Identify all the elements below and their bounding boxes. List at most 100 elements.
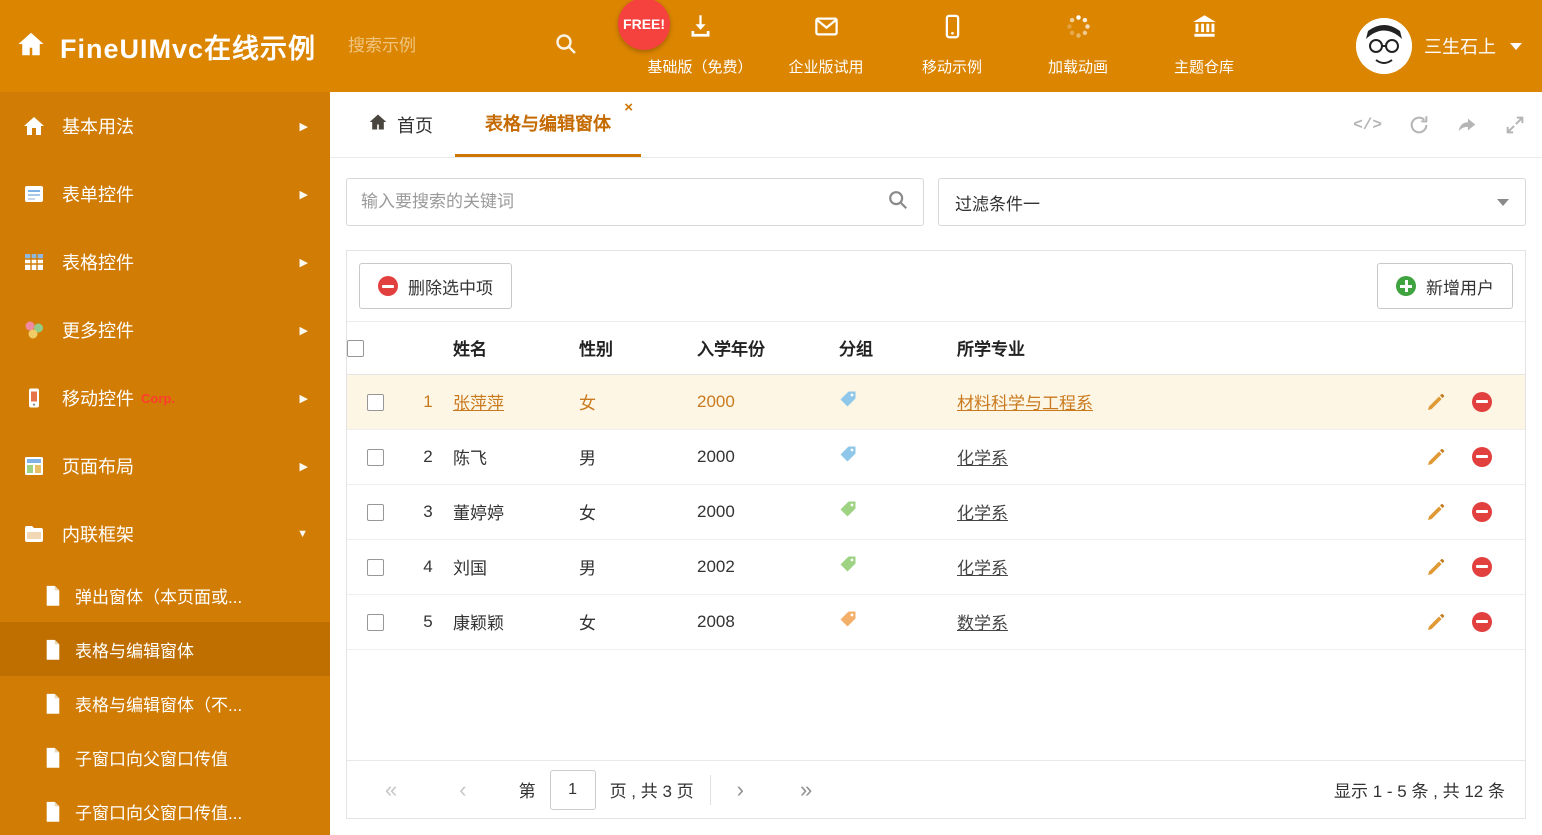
home-icon: [16, 29, 46, 64]
nav-theme-repository[interactable]: 主题仓库: [1146, 7, 1262, 85]
chevron-right-icon: ▶: [299, 460, 308, 473]
enrollment-year: 2008: [697, 594, 839, 650]
chevron-down-icon: ▼: [297, 528, 308, 540]
tab-grid-edit-window[interactable]: 表格与编辑窗体 ×: [455, 92, 641, 157]
tab-home[interactable]: 首页: [358, 92, 443, 157]
keyword-search-input[interactable]: [361, 192, 887, 212]
student-gender: 女: [579, 484, 697, 540]
nav-enterprise-trial[interactable]: 企业版试用: [768, 7, 884, 85]
first-page-icon[interactable]: «: [385, 778, 397, 801]
table-row[interactable]: 1 张萍萍 女 2000 材料科学与工程系: [347, 374, 1525, 430]
header-nav: FREE! 基础版（免费） 企业版试用 移动示例 加载动画 主题仓库: [618, 0, 1262, 85]
mobile-icon: [22, 386, 46, 410]
sidebar-item-table-controls[interactable]: 表格控件 ▶: [0, 228, 330, 296]
table-row[interactable]: 2 陈飞 男 2000 化学系: [347, 429, 1525, 485]
sidebar-subitem-popup-window[interactable]: 弹出窗体（本页面或...: [0, 568, 330, 622]
row-number: 3: [403, 484, 453, 540]
delete-icon[interactable]: [1472, 501, 1492, 522]
row-checkbox[interactable]: [366, 448, 384, 466]
sidebar-item-more-controls[interactable]: 更多控件 ▶: [0, 296, 330, 364]
sidebar-item-basic-usage[interactable]: 基本用法 ▶: [0, 92, 330, 160]
delete-icon[interactable]: [1472, 556, 1492, 577]
avatar: [1356, 18, 1412, 74]
user-menu[interactable]: 三生石上: [1356, 18, 1522, 74]
table-row[interactable]: 4 刘国 男 2002 化学系: [347, 539, 1525, 595]
code-icon[interactable]: </>: [1353, 116, 1382, 134]
sidebar-item-mobile-controls[interactable]: 移动控件 Corp. ▶: [0, 364, 330, 432]
chevron-right-icon: ▶: [299, 324, 308, 337]
column-header-major[interactable]: 所学专业: [957, 322, 1393, 375]
enrollment-year: 2002: [697, 539, 839, 595]
brand[interactable]: FineUIMvc在线示例: [16, 27, 316, 66]
file-icon: [44, 693, 62, 714]
refresh-icon[interactable]: [1408, 114, 1430, 136]
tag-icon: [839, 390, 857, 408]
sidebar-subitem-child-to-parent-2[interactable]: 子窗口向父窗口传值...: [0, 784, 330, 835]
sidebar-subitem-grid-edit-window-2[interactable]: 表格与编辑窗体（不...: [0, 676, 330, 730]
close-icon[interactable]: ×: [624, 100, 633, 115]
edit-icon[interactable]: [1426, 557, 1446, 577]
next-page-icon[interactable]: ›: [737, 778, 744, 801]
tab-bar: 首页 表格与编辑窗体 × </>: [330, 92, 1542, 158]
page-number-input[interactable]: [549, 769, 596, 810]
column-header-gender[interactable]: 性别: [579, 322, 697, 375]
filter-dropdown[interactable]: 过滤条件一: [938, 178, 1526, 226]
grid: 姓名 性别 入学年份 分组 所学专业 1 张萍萍 女 2000 材料科学与工程系…: [347, 322, 1525, 760]
select-all-checkbox[interactable]: [347, 339, 364, 357]
table-row[interactable]: 3 董婷婷 女 2000 化学系: [347, 484, 1525, 540]
delete-icon[interactable]: [1472, 446, 1492, 467]
enrollment-year: 2000: [697, 484, 839, 540]
table-row[interactable]: 5 康颖颖 女 2008 数学系: [347, 594, 1525, 650]
share-icon[interactable]: [1456, 114, 1478, 136]
major-link[interactable]: 化学系: [957, 504, 1008, 523]
edit-icon[interactable]: [1426, 612, 1446, 632]
nav-mobile-demo[interactable]: 移动示例: [894, 7, 1010, 85]
sidebar-item-form-controls[interactable]: 表单控件 ▶: [0, 160, 330, 228]
row-checkbox[interactable]: [366, 613, 384, 631]
file-icon: [44, 801, 62, 822]
row-checkbox[interactable]: [366, 393, 384, 411]
major-link[interactable]: 数学系: [957, 614, 1008, 633]
add-user-button[interactable]: 新增用户: [1377, 263, 1513, 309]
header-search: [348, 32, 578, 61]
column-header-group[interactable]: 分组: [839, 322, 957, 375]
expand-icon[interactable]: [1504, 114, 1526, 136]
tag-icon: [839, 445, 857, 463]
delete-selected-button[interactable]: 删除选中项: [359, 263, 512, 309]
row-number: 2: [403, 429, 453, 485]
major-link[interactable]: 材料科学与工程系: [957, 394, 1093, 413]
app-title: FineUIMvc在线示例: [60, 33, 317, 64]
envelope-icon: [813, 13, 840, 45]
search-icon[interactable]: [554, 32, 578, 61]
student-gender: 男: [579, 539, 697, 595]
prev-page-icon[interactable]: ‹: [459, 778, 466, 801]
sidebar-item-inline-frame[interactable]: 内联框架 ▼: [0, 500, 330, 568]
row-checkbox[interactable]: [366, 558, 384, 576]
column-header-name[interactable]: 姓名: [453, 322, 579, 375]
delete-icon[interactable]: [1472, 611, 1492, 632]
pagination-bar: « ‹ 第 页 , 共 3 页 › » 显示 1 - 5 条 , 共 12 条: [347, 760, 1525, 818]
folder-icon: [22, 522, 46, 546]
username: 三生石上: [1424, 37, 1496, 57]
download-icon: [687, 13, 714, 45]
nav-loading-animation[interactable]: 加载动画: [1020, 7, 1136, 85]
sidebar-subitem-grid-edit-window[interactable]: 表格与编辑窗体: [0, 622, 330, 676]
home-icon: [368, 112, 388, 137]
edit-icon[interactable]: [1426, 502, 1446, 522]
search-icon[interactable]: [887, 189, 909, 216]
delete-icon[interactable]: [1472, 391, 1492, 412]
nav-basic-free[interactable]: FREE! 基础版（免费）: [618, 0, 758, 85]
major-link[interactable]: 化学系: [957, 449, 1008, 468]
chevron-right-icon: ▶: [299, 188, 308, 201]
last-page-icon[interactable]: »: [800, 778, 812, 801]
edit-icon[interactable]: [1426, 392, 1446, 412]
row-checkbox[interactable]: [366, 503, 384, 521]
edit-icon[interactable]: [1426, 447, 1446, 467]
major-link[interactable]: 化学系: [957, 559, 1008, 578]
sidebar-item-page-layout[interactable]: 页面布局 ▶: [0, 432, 330, 500]
column-header-year[interactable]: 入学年份: [697, 322, 839, 375]
app-window: FineUIMvc在线示例 FREE! 基础版（免费） 企业版试用 移动示例 加…: [0, 0, 1542, 835]
sidebar-subitem-child-to-parent[interactable]: 子窗口向父窗口传值: [0, 730, 330, 784]
top-header: FineUIMvc在线示例 FREE! 基础版（免费） 企业版试用 移动示例 加…: [0, 0, 1542, 92]
header-search-input[interactable]: [348, 36, 499, 56]
